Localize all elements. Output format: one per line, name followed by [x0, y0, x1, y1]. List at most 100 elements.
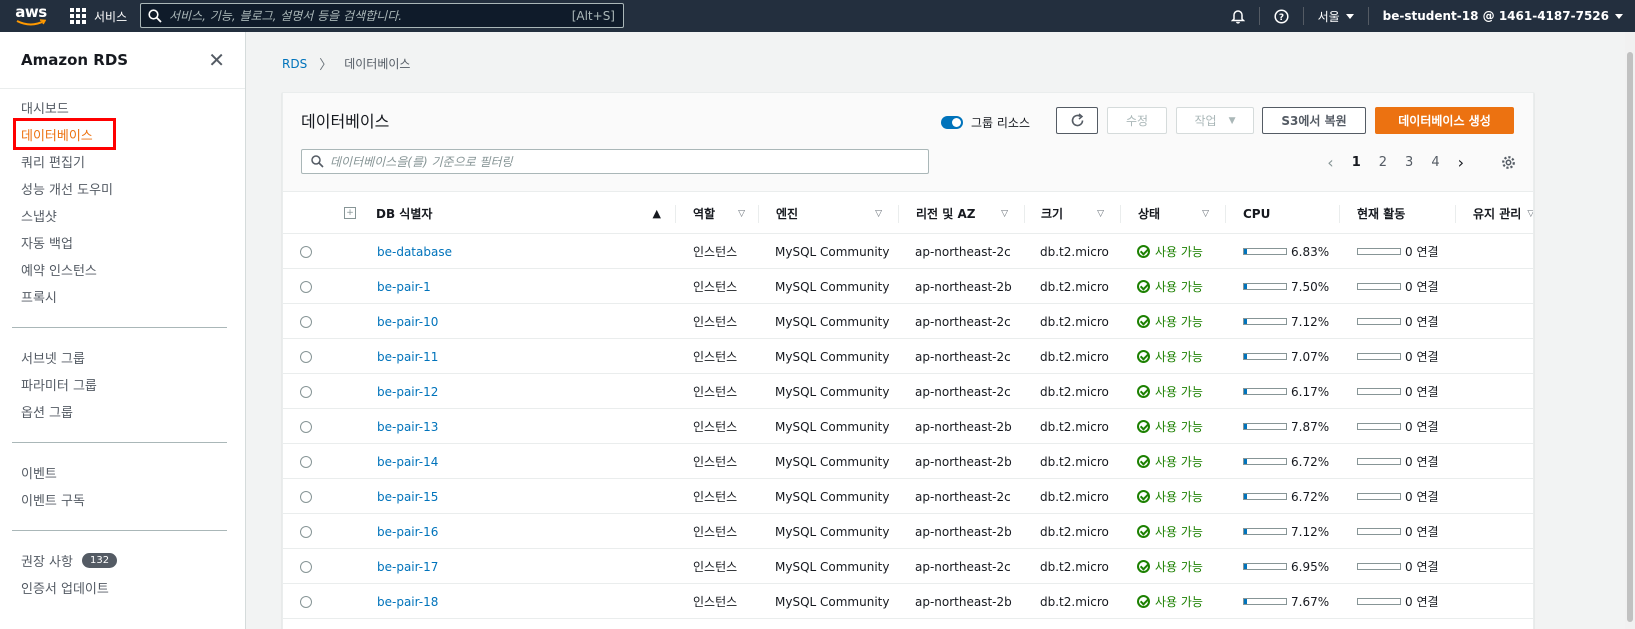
top-navigation: aws 서비스 서비스, 기능, 블로그, 설명서 등을 검색합니다. [Alt… — [0, 0, 1635, 32]
column-header-size[interactable]: 크기 ▽ — [1041, 193, 1104, 234]
table-row[interactable]: be-pair-16 인스턴스 MySQL Community ap-northeas… — [283, 514, 1533, 549]
status-cell: 사용 가능 — [1137, 418, 1203, 435]
region-selector[interactable]: 서울 — [1318, 8, 1354, 25]
page-3[interactable]: 3 — [1405, 155, 1413, 170]
activity-value: 0 연결 — [1405, 525, 1439, 539]
db-identifier-link[interactable]: be-pair-10 — [377, 315, 438, 329]
row-select-radio[interactable] — [300, 490, 312, 503]
table-row[interactable]: be-pair-18 인스턴스 MySQL Community ap-northeas… — [283, 584, 1533, 619]
table-row[interactable]: be-pair-15 인스턴스 MySQL Community ap-northeas… — [283, 479, 1533, 514]
sidebar-item-recommendations[interactable]: 권장 사항 132 — [0, 547, 245, 574]
sidebar-item[interactable]: 이벤트 — [0, 459, 245, 486]
table-row[interactable]: be-pair-11 인스턴스 MySQL Community ap-northeas… — [283, 339, 1533, 374]
row-select-radio[interactable] — [300, 560, 312, 573]
column-header-role[interactable]: 역할 ▽ — [693, 193, 745, 234]
db-identifier-link[interactable]: be-pair-17 — [377, 560, 438, 574]
activity-value: 0 연결 — [1405, 560, 1439, 574]
table-row[interactable]: be-pair-17 인스턴스 MySQL Community ap-northeas… — [283, 549, 1533, 584]
db-identifier-link[interactable]: be-database — [377, 245, 452, 259]
row-select-radio[interactable] — [300, 595, 312, 608]
main-content: RDS 〉 데이터베이스 데이터베이스 그룹 리소스 수정 작업 ▼ S3에서 … — [247, 32, 1635, 629]
row-select-radio[interactable] — [300, 245, 312, 258]
sidebar-item[interactable]: 옵션 그룹 — [0, 398, 245, 425]
refresh-button[interactable] — [1056, 107, 1098, 134]
sidebar-item[interactable]: 자동 백업 — [0, 229, 245, 256]
status-label: 사용 가능 — [1155, 560, 1203, 574]
row-select-radio[interactable] — [300, 525, 312, 538]
activity-bar — [1357, 458, 1401, 465]
column-header-activity[interactable]: 현재 활동 — [1357, 193, 1447, 234]
next-page-icon[interactable]: › — [1458, 153, 1464, 172]
region-az-cell: ap-northeast-2c — [915, 559, 1011, 574]
row-select-radio[interactable] — [300, 455, 312, 468]
sidebar-item[interactable]: 스냅샷 — [0, 202, 245, 229]
table-row[interactable]: be-database 인스턴스 MySQL Community ap-northea… — [283, 234, 1533, 269]
size-cell: db.t2.micro — [1040, 489, 1109, 504]
column-header-db-identifier[interactable]: DB 식별자 ▲ — [376, 193, 661, 234]
db-identifier-link[interactable]: be-pair-18 — [377, 595, 438, 609]
sidebar-item[interactable]: 파라미터 그룹 — [0, 371, 245, 398]
db-identifier-link[interactable]: be-pair-11 — [377, 350, 438, 364]
db-identifier-link[interactable]: be-pair-13 — [377, 420, 438, 434]
table-row[interactable]: be-pair-12 인스턴스 MySQL Community ap-northeas… — [283, 374, 1533, 409]
sidebar-item-certificate-update[interactable]: 인증서 업데이트 — [0, 574, 245, 601]
role-cell: 인스턴스 — [693, 280, 738, 294]
column-header-region-az[interactable]: 리전 및 AZ ▽ — [916, 193, 1008, 234]
scrollbar-thumb[interactable] — [1627, 52, 1633, 622]
help-icon[interactable]: ? — [1274, 8, 1289, 24]
page-4[interactable]: 4 — [1431, 155, 1439, 170]
cpu-usage-fill — [1244, 424, 1248, 429]
notifications-bell-icon[interactable] — [1230, 9, 1245, 24]
table-row[interactable]: be-pair-14 인스턴스 MySQL Community ap-northeas… — [283, 444, 1533, 479]
expand-all-icon[interactable]: + — [344, 207, 356, 219]
column-header-maintenance[interactable]: 유지 관리 ▽ — [1473, 193, 1533, 234]
restore-from-s3-button[interactable]: S3에서 복원 — [1262, 107, 1366, 134]
status-cell: 사용 가능 — [1137, 488, 1203, 505]
table-row[interactable]: be-pair-10 인스턴스 MySQL Community ap-northeas… — [283, 304, 1533, 339]
modify-button[interactable]: 수정 — [1107, 107, 1167, 134]
page-scrollbar[interactable] — [1625, 32, 1635, 629]
page-2[interactable]: 2 — [1379, 155, 1387, 170]
services-menu[interactable]: 서비스 — [70, 8, 127, 25]
group-resources-toggle[interactable] — [941, 116, 963, 129]
row-select-radio[interactable] — [300, 280, 312, 293]
db-identifier-link[interactable]: be-pair-16 — [377, 525, 438, 539]
column-header-cpu[interactable]: CPU — [1243, 193, 1323, 234]
aws-logo[interactable]: aws — [6, 0, 56, 32]
db-identifier-link[interactable]: be-pair-12 — [377, 385, 438, 399]
row-select-radio[interactable] — [300, 420, 312, 433]
gear-icon[interactable] — [1501, 155, 1516, 174]
sidebar-item[interactable]: 예약 인스턴스 — [0, 256, 245, 283]
table-row[interactable]: be-pair-13 인스턴스 MySQL Community ap-northeas… — [283, 409, 1533, 444]
page-1[interactable]: 1 — [1352, 155, 1361, 170]
db-identifier-link[interactable]: be-pair-1 — [377, 280, 431, 294]
previous-page-icon[interactable]: ‹ — [1327, 153, 1333, 172]
cpu-value: 7.07% — [1291, 349, 1330, 364]
column-divider — [1455, 205, 1456, 223]
sidebar-item[interactable]: 대시보드 — [0, 94, 245, 121]
column-header-engine[interactable]: 엔진 ▽ — [776, 193, 882, 234]
create-database-button[interactable]: 데이터베이스 생성 — [1375, 107, 1514, 134]
account-menu[interactable]: be-student-18 @ 1461-4187-7526 — [1383, 9, 1623, 23]
sidebar-group-network: 서브넷 그룹 파라미터 그룹 옵션 그룹 — [0, 344, 245, 425]
db-identifier-link[interactable]: be-pair-15 — [377, 490, 438, 504]
column-header-status[interactable]: 상태 ▽ — [1138, 193, 1209, 234]
sidebar-item[interactable]: 쿼리 편집기 — [0, 148, 245, 175]
sidebar-item[interactable]: 성능 개선 도우미 — [0, 175, 245, 202]
sidebar-item-label: 자동 백업 — [21, 237, 73, 252]
sidebar-item[interactable]: 프록시 — [0, 283, 245, 310]
breadcrumb-rds-link[interactable]: RDS — [282, 57, 307, 71]
db-identifier-link[interactable]: be-pair-14 — [377, 455, 438, 469]
role-cell: 인스턴스 — [693, 560, 738, 574]
global-search-input[interactable]: 서비스, 기능, 블로그, 설명서 등을 검색합니다. [Alt+S] — [140, 3, 624, 28]
row-select-radio[interactable] — [300, 350, 312, 363]
filter-input[interactable]: 데이터베이스을(를) 기준으로 필터링 — [301, 149, 929, 174]
sidebar-item[interactable]: 서브넷 그룹 — [0, 344, 245, 371]
table-row[interactable]: be-pair-1 인스턴스 MySQL Community ap-northeast… — [283, 269, 1533, 304]
activity-value: 0 연결 — [1405, 420, 1439, 434]
row-select-radio[interactable] — [300, 315, 312, 328]
row-select-radio[interactable] — [300, 385, 312, 398]
close-icon[interactable]: ✕ — [208, 48, 225, 72]
actions-dropdown[interactable]: 작업 ▼ — [1176, 107, 1254, 134]
sidebar-item[interactable]: 이벤트 구독 — [0, 486, 245, 513]
